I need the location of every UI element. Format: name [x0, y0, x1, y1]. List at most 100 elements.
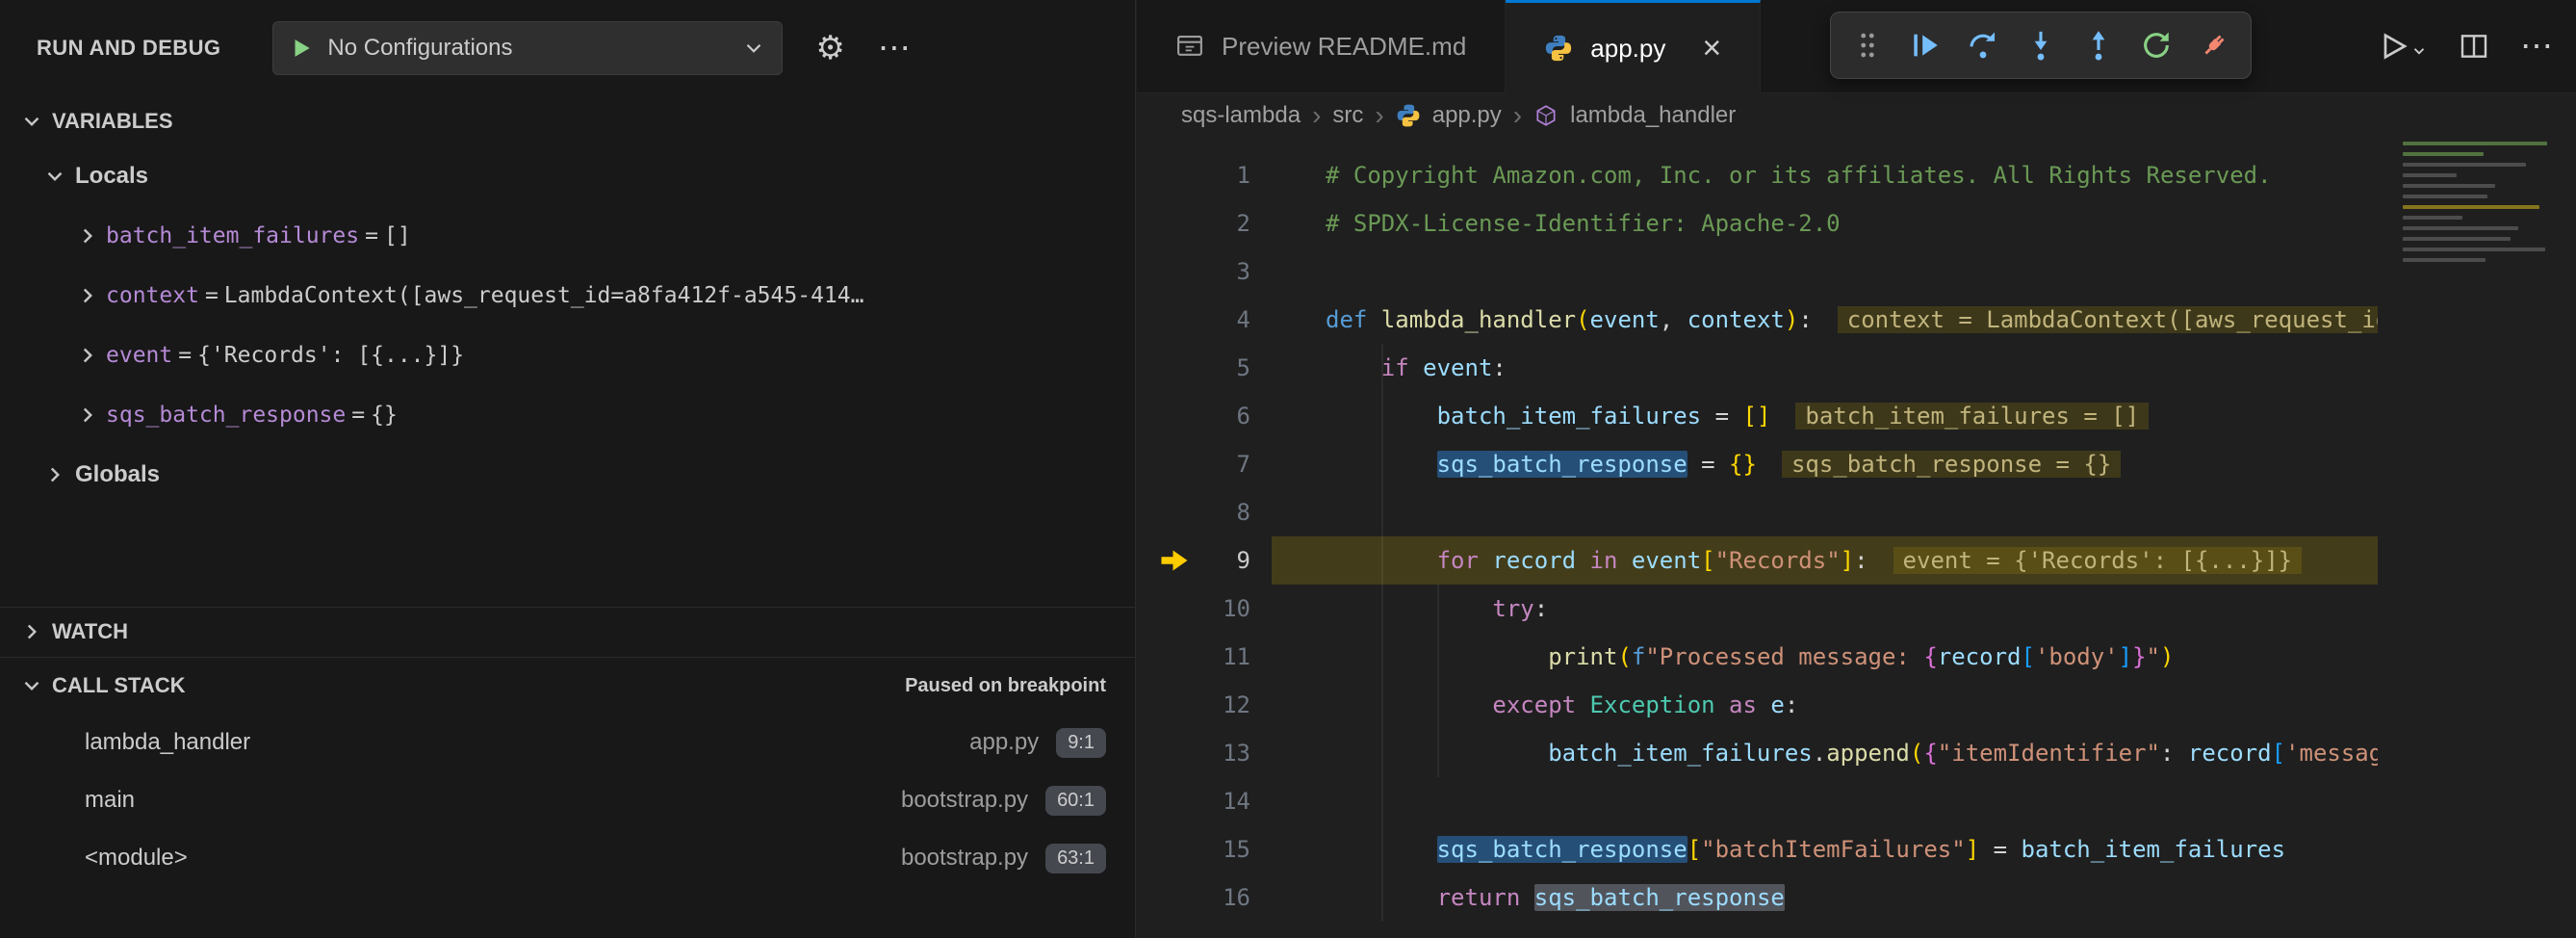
disconnect-icon[interactable]	[2187, 18, 2241, 72]
code-token: try	[1492, 595, 1533, 622]
code-token: [	[2272, 740, 2285, 767]
code-token: [	[2021, 643, 2034, 670]
call-stack-header-label: CALL STACK	[52, 673, 186, 698]
code-line[interactable]: 1# Copyright Amazon.com, Inc. or its aff…	[1137, 151, 2576, 199]
inline-value-hint: context = LambdaContext([aws_request_id=…	[1838, 306, 2378, 333]
code-token: :	[1534, 595, 1548, 622]
code-area: 1# Copyright Amazon.com, Inc. or its aff…	[1137, 139, 2576, 938]
code-token: batch_item_failures	[1437, 403, 1702, 430]
breadcrumb-item-file[interactable]: app.py	[1432, 102, 1502, 129]
line-number[interactable]: 8	[1137, 488, 1250, 536]
code-token: sqs_batch_response	[1534, 884, 1785, 911]
restart-icon[interactable]	[2129, 18, 2183, 72]
step-into-icon[interactable]	[2014, 18, 2068, 72]
code-token: =	[1687, 451, 1729, 478]
variable-row[interactable]: batch_item_failures = []	[0, 206, 1135, 266]
line-number[interactable]: 9	[1137, 536, 1250, 585]
code-line[interactable]: 16 return sqs_batch_response	[1137, 873, 2576, 922]
line-number[interactable]: 10	[1137, 585, 1250, 633]
debug-config-dropdown[interactable]: No Configurations	[272, 21, 783, 75]
inline-value-hint: batch_item_failures = []	[1795, 403, 2149, 430]
variable-row[interactable]: context = LambdaContext([aws_request_id=…	[0, 266, 1135, 326]
code-token: return	[1437, 884, 1534, 911]
code-text: # SPDX-License-Identifier: Apache-2.0	[1326, 199, 2378, 248]
code-line[interactable]: 13 batch_item_failures.append({"itemIden…	[1137, 729, 2576, 777]
line-number[interactable]: 1	[1137, 151, 1250, 199]
code-text	[1326, 488, 2378, 536]
call-stack-frame[interactable]: <module>bootstrap.py63:1	[0, 829, 1135, 887]
code-line[interactable]: 8	[1137, 488, 2576, 536]
line-number[interactable]: 2	[1137, 199, 1250, 248]
code-token: event	[1632, 547, 1701, 574]
code-line[interactable]: 5 if event:	[1137, 344, 2576, 392]
minimap[interactable]	[2393, 135, 2566, 308]
code-token: except	[1492, 691, 1589, 718]
line-number[interactable]: 7	[1137, 440, 1250, 488]
code-line[interactable]: 6 batch_item_failures = [] batch_item_fai…	[1137, 392, 2576, 440]
code-line[interactable]: 4def lambda_handler(event, context):cont…	[1137, 296, 2576, 344]
code-text: sqs_batch_response["batchItemFailures"] …	[1326, 825, 2378, 873]
close-icon[interactable]: ×	[1702, 32, 1721, 65]
code-line[interactable]: 11 print(f"Processed message: {record['b…	[1137, 633, 2576, 681]
code-token: event	[1590, 306, 1660, 333]
variable-row[interactable]: event = {'Records': [{...}]}	[0, 326, 1135, 385]
frame-position-badge: 60:1	[1045, 786, 1106, 816]
call-stack-frame[interactable]: mainbootstrap.py60:1	[0, 771, 1135, 829]
code-token: e	[1770, 691, 1784, 718]
run-python-file-icon[interactable]	[2378, 31, 2428, 62]
breadcrumb-item-folder[interactable]: src	[1332, 102, 1363, 129]
more-actions-icon[interactable]: ⋯	[878, 32, 911, 65]
call-stack-list: lambda_handlerapp.py9:1mainbootstrap.py6…	[0, 714, 1135, 887]
gear-icon[interactable]: ⚙	[815, 32, 844, 65]
code-line[interactable]: 14	[1137, 777, 2576, 825]
code-token: (	[1576, 306, 1589, 333]
code-token: record	[2188, 740, 2272, 767]
code-token: ]	[2119, 643, 2132, 670]
split-editor-icon[interactable]	[2459, 31, 2489, 62]
step-over-icon[interactable]	[1956, 18, 2010, 72]
line-number[interactable]: 12	[1137, 681, 1250, 729]
code-token: "	[2147, 643, 2160, 670]
scope-globals[interactable]: Globals	[0, 445, 1135, 505]
more-actions-icon[interactable]: ⋯	[2520, 30, 2553, 63]
variable-row[interactable]: sqs_batch_response = {}	[0, 385, 1135, 445]
scope-locals[interactable]: Locals	[0, 146, 1135, 206]
line-number[interactable]: 13	[1137, 729, 1250, 777]
code-line[interactable]: 9 for record in event["Records"]:event =…	[1137, 536, 2576, 585]
code-token: print	[1548, 643, 1617, 670]
breadcrumb-item-folder[interactable]: sqs-lambda	[1181, 102, 1301, 129]
code-line[interactable]: 15 sqs_batch_response["batchItemFailures…	[1137, 825, 2576, 873]
line-number[interactable]: 14	[1137, 777, 1250, 825]
code-line[interactable]: 2 # SPDX-License-Identifier: Apache-2.0	[1137, 199, 2576, 248]
line-number[interactable]: 15	[1137, 825, 1250, 873]
code-line[interactable]: 12 except Exception as e:	[1137, 681, 2576, 729]
chevron-right-icon	[75, 223, 100, 248]
code-line[interactable]: 10 try:	[1137, 585, 2576, 633]
code-text: sqs_batch_response = {}sqs_batch_respons…	[1326, 440, 2378, 488]
chevron-right-icon	[75, 283, 100, 308]
code-token: (	[1910, 740, 1923, 767]
call-stack-header[interactable]: CALL STACK Paused on breakpoint	[0, 658, 1135, 714]
code-line[interactable]: 3	[1137, 248, 2576, 296]
tab-app-py[interactable]: app.py ×	[1506, 0, 1761, 93]
code-text	[1326, 248, 2378, 296]
scope-globals-label: Globals	[75, 461, 160, 488]
variables-header[interactable]: VARIABLES	[0, 96, 1135, 146]
line-number[interactable]: 4	[1137, 296, 1250, 344]
code-token	[1326, 595, 1492, 622]
line-number[interactable]: 5	[1137, 344, 1250, 392]
code-line[interactable]: 7 sqs_batch_response = {}sqs_batch_respo…	[1137, 440, 2576, 488]
watch-header[interactable]: WATCH	[0, 608, 1135, 656]
tab-preview-readme[interactable]: Preview README.md	[1137, 0, 1506, 92]
line-number[interactable]: 3	[1137, 248, 1250, 296]
call-stack-frame[interactable]: lambda_handlerapp.py9:1	[0, 714, 1135, 771]
line-number[interactable]: 11	[1137, 633, 1250, 681]
continue-icon[interactable]	[1898, 18, 1952, 72]
step-out-icon[interactable]	[2072, 18, 2125, 72]
drag-handle-icon[interactable]	[1841, 18, 1894, 72]
line-number[interactable]: 16	[1137, 873, 1250, 922]
code-token: [	[1687, 836, 1701, 863]
variable-name: sqs_batch_response	[106, 403, 346, 428]
breadcrumb-item-symbol[interactable]: lambda_handler	[1570, 102, 1736, 129]
line-number[interactable]: 6	[1137, 392, 1250, 440]
